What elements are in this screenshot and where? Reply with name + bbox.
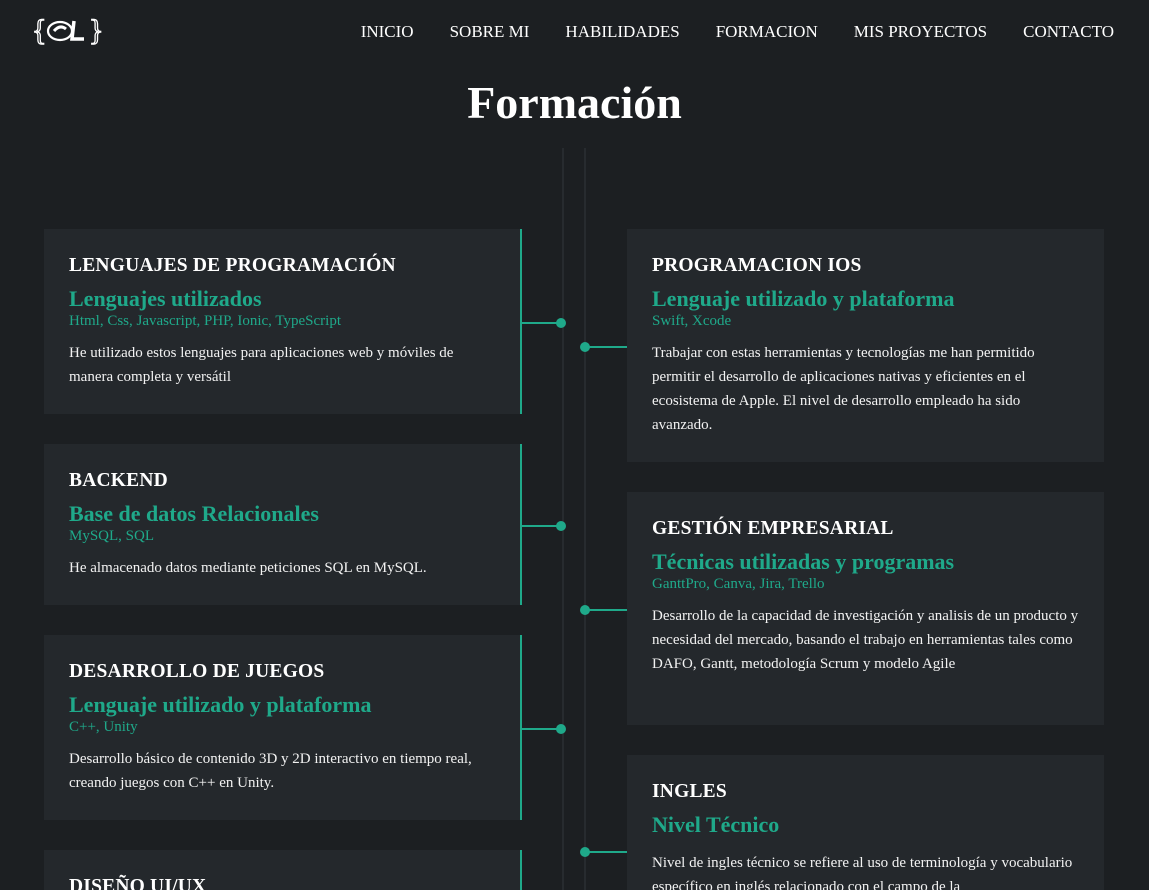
nav-mis-proyectos[interactable]: MIS PROYECTOS (854, 22, 987, 42)
timeline-dot (556, 724, 566, 734)
timeline-card-ingles: INGLES Nivel Técnico Nivel de ingles téc… (627, 755, 1104, 890)
card-subtitle: Lenguajes utilizados (69, 286, 262, 311)
nav-formacion[interactable]: FORMACION (716, 22, 818, 42)
timeline-connector (588, 609, 627, 611)
card-title: DESARROLLO DE JUEGOS (69, 661, 325, 682)
card-tech: MySQL, SQL (69, 528, 155, 544)
card-subtitle: Nivel Técnico (652, 812, 780, 837)
timeline-connector (522, 728, 560, 730)
card-title: INGLES (652, 781, 727, 802)
site-header: { } INICIO SOBRE MI HABILIDADES FORMACIO… (0, 0, 1149, 64)
timeline-connector (522, 322, 560, 324)
timeline-line (562, 148, 586, 890)
card-text: He almacenado datos mediante peticiones … (69, 560, 427, 576)
card-tech: Swift, Xcode (652, 313, 732, 329)
timeline-card-backend: BACKEND Base de datos Relacionales MySQL… (44, 444, 522, 605)
card-tech: C++, Unity (69, 719, 138, 735)
timeline-card-ios: PROGRAMACION IOS Lenguaje utilizado y pl… (627, 229, 1104, 462)
nav-inicio[interactable]: INICIO (361, 22, 414, 42)
card-subtitle: Técnicas utilizadas y programas (652, 549, 955, 574)
timeline-card-diseno: DISEÑO UI/UX (44, 850, 522, 890)
timeline-dot (556, 521, 566, 531)
timeline-card-gestion: GESTIÓN EMPRESARIAL Técnicas utilizadas … (627, 492, 1104, 725)
timeline-connector (588, 851, 627, 853)
card-text: Nivel de ingles técnico se refiere al us… (652, 855, 1073, 890)
timeline-connector (522, 525, 560, 527)
svg-text:{: { (32, 14, 46, 47)
timeline-card-lenguajes: LENGUAJES DE PROGRAMACIÓN Lenguajes util… (44, 229, 522, 414)
card-title: PROGRAMACION IOS (652, 255, 862, 276)
main-nav: INICIO SOBRE MI HABILIDADES FORMACION MI… (325, 22, 1114, 42)
page-title: Formación (467, 77, 682, 128)
nav-contacto[interactable]: CONTACTO (1023, 22, 1114, 42)
card-title: LENGUAJES DE PROGRAMACIÓN (69, 255, 396, 276)
card-text: Desarrollo de la capacidad de investigac… (652, 608, 1079, 672)
logo-icon[interactable]: { } (32, 12, 104, 48)
timeline-card-juegos: DESARROLLO DE JUEGOS Lenguaje utilizado … (44, 635, 522, 820)
card-title: BACKEND (69, 470, 168, 491)
svg-text:}: } (89, 14, 103, 47)
card-text: Desarrollo básico de contenido 3D y 2D i… (69, 751, 472, 791)
card-subtitle: Base de datos Relacionales (69, 501, 319, 526)
card-title: GESTIÓN EMPRESARIAL (652, 518, 894, 539)
nav-habilidades[interactable]: HABILIDADES (565, 22, 679, 42)
timeline-dot (556, 318, 566, 328)
nav-sobre-mi[interactable]: SOBRE MI (450, 22, 530, 42)
card-tech: Html, Css, Javascript, PHP, Ionic, TypeS… (69, 313, 341, 329)
card-tech: GanttPro, Canva, Jira, Trello (652, 576, 825, 592)
card-text: Trabajar con estas herramientas y tecnol… (652, 345, 1035, 433)
card-text: He utilizado estos lenguajes para aplica… (69, 345, 454, 385)
card-subtitle: Lenguaje utilizado y plataforma (69, 692, 372, 717)
timeline-dot (580, 342, 590, 352)
timeline-dot (580, 605, 590, 615)
card-subtitle: Lenguaje utilizado y plataforma (652, 286, 955, 311)
timeline-connector (588, 346, 627, 348)
card-title: DISEÑO UI/UX (69, 876, 207, 890)
timeline-dot (580, 847, 590, 857)
